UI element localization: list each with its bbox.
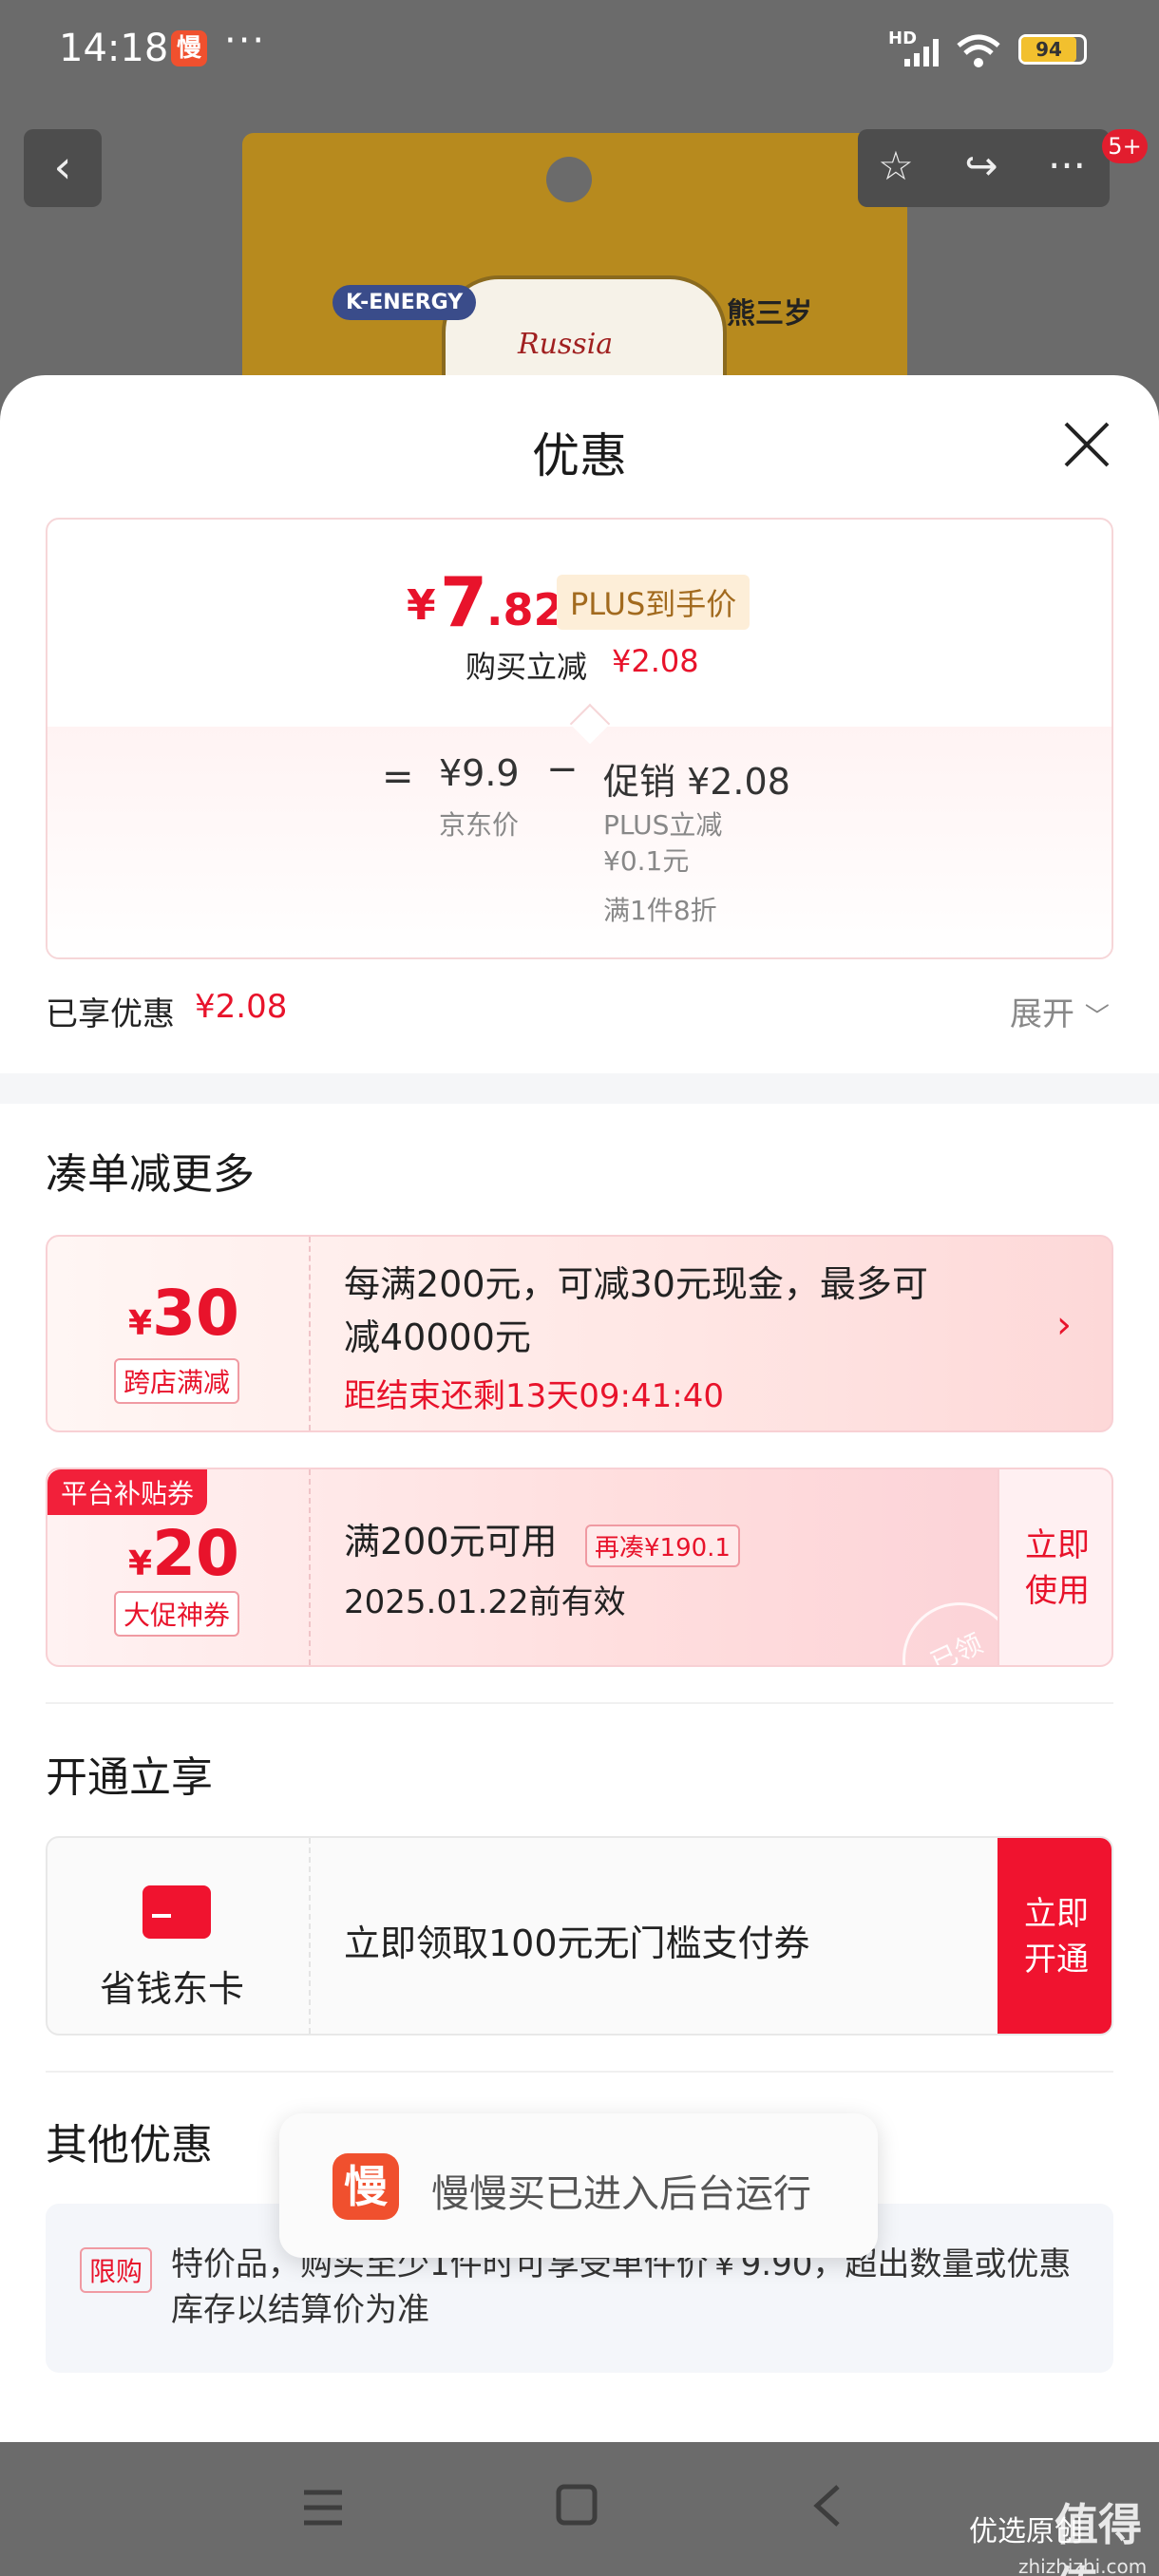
status-time: 14:18 [59,27,169,70]
coupon-condition: 满200元可用 [344,1521,558,1563]
open-button-line1: 立即 [1024,1895,1089,1933]
watermark-site: zhizhizhi.com [1018,2555,1148,2576]
price-breakdown-card: ¥ 7 .82 PLUS到手价 购买立减 ¥2.08 = ¥9.9 京东价 − … [46,518,1113,959]
battery-level: 94 [1021,37,1076,62]
plus-price-tag: PLUS到手价 [557,575,750,630]
equals-sign: = [382,755,414,799]
top-actions: ☆ ↪ ··· [858,129,1110,207]
chevron-right-icon: › [1056,1303,1072,1347]
enjoyed-discount-label: 已享优惠 [46,995,175,1033]
platform-subsidy-tag: 平台补贴券 [48,1469,208,1515]
minus-sign: − [546,748,579,791]
final-price-decimal: .82 [486,584,564,635]
section-title-other: 其他优惠 [46,2121,213,2169]
app-notification-icon: 慢 [171,30,207,66]
discount-rule: 满1件8折 [603,895,717,926]
package-label-text: Russia [518,328,614,361]
savings-card-offer[interactable]: 省钱东卡 立即领取100元无门槛支付券 立即 开通 [46,1836,1113,2036]
expand-button[interactable]: 展开 ﹀ [1010,988,1110,1034]
section-separator [0,1073,1159,1104]
product-image: K-ENERGY Russia 熊三岁 [242,133,907,380]
coupon-amount: 20 [152,1517,239,1590]
open-button-line2: 开通 [1024,1941,1089,1979]
plus-discount-value: ¥0.1元 [603,845,690,877]
buy-discount-amount: ¥2.08 [612,643,699,679]
card-divider [309,1838,311,2034]
coupon-type-tag: 大促神券 [114,1591,240,1637]
back-nav-icon[interactable] [809,2483,844,2529]
package-hole [546,157,592,202]
divider [46,1702,1113,1704]
plus-discount-label: PLUS立减 [603,809,723,841]
expand-label: 展开 [1010,995,1074,1033]
sheet-title: 优惠 [532,428,627,483]
home-icon[interactable] [555,2483,598,2527]
use-button-line1: 立即 [1025,1526,1090,1564]
coupon-currency: ¥ [128,1544,153,1583]
credit-card-icon [142,1885,211,1939]
jd-price-label: 京东价 [439,809,520,841]
coupon-card-cross-store[interactable]: ¥30 跨店满减 每满200元，可减30元现金，最多可 减40000元 距结束还… [46,1235,1113,1432]
divider [46,2071,1113,2073]
signal-icon [904,39,939,66]
more-notifications-icon: ··· [224,19,267,63]
section-title-open: 开通立享 [46,1753,213,1802]
menu-icon[interactable] [300,2487,346,2529]
background-toast: 慢 慢慢买已进入后台运行 [279,2113,878,2258]
price-currency: ¥ [407,581,436,630]
coupon-rule-line1: 每满200元，可减30元现金，最多可 [344,1263,928,1305]
maker-logo: 熊三岁 [727,297,812,331]
use-coupon-button[interactable]: 立即 使用 [998,1469,1112,1665]
notification-badge: 5+ [1102,129,1148,163]
close-icon[interactable] [1060,418,1113,471]
coupon-validity: 2025.01.22前有效 [344,1583,626,1621]
brand-logo: K-ENERGY [332,285,477,320]
use-button-line2: 使用 [1025,1572,1090,1610]
back-button[interactable]: ‹ [24,129,102,207]
promotion-amount: 促销 ¥2.08 [603,761,790,803]
savings-card-offer-text: 立即领取100元无门槛支付券 [344,1923,810,1964]
chevron-down-icon: ﹀ [1084,1003,1110,1032]
coupon-divider [309,1469,311,1665]
final-price-integer: 7 [440,562,488,642]
wifi-icon [957,34,1000,67]
section-title-more: 凑单减更多 [46,1150,255,1199]
jd-price: ¥9.9 [439,752,520,794]
coupon-countdown: 距结束还剩13天09:41:40 [344,1377,724,1415]
favorite-star-icon[interactable]: ☆ [863,142,929,189]
share-icon[interactable]: ↪ [948,142,1015,189]
coupon-card-platform: 平台补贴券 ¥20 大促神券 满200元可用 再凑¥190.1 2025.01.… [46,1468,1113,1667]
coupon-type-tag: 跨店满减 [114,1358,240,1404]
savings-card-label: 省钱东卡 [100,1968,245,2010]
buy-discount-label: 购买立减 [466,649,588,685]
price-formula-area [48,727,1112,957]
open-now-button[interactable]: 立即 开通 [998,1838,1112,2034]
coupon-rule-line2: 减40000元 [344,1316,531,1358]
purchase-limit-tag: 限购 [80,2247,153,2293]
coupon-amount: 30 [152,1277,239,1350]
more-menu-icon[interactable]: ··· [1034,142,1100,189]
app-logo-icon: 慢 [332,2153,399,2220]
enjoyed-discount-amount: ¥2.08 [195,988,288,1026]
coupon-currency: ¥ [128,1304,153,1343]
add-more-tag: 再凑¥190.1 [585,1525,740,1567]
toast-message: 慢慢买已进入后台运行 [431,2172,811,2216]
coupon-divider [309,1237,311,1430]
